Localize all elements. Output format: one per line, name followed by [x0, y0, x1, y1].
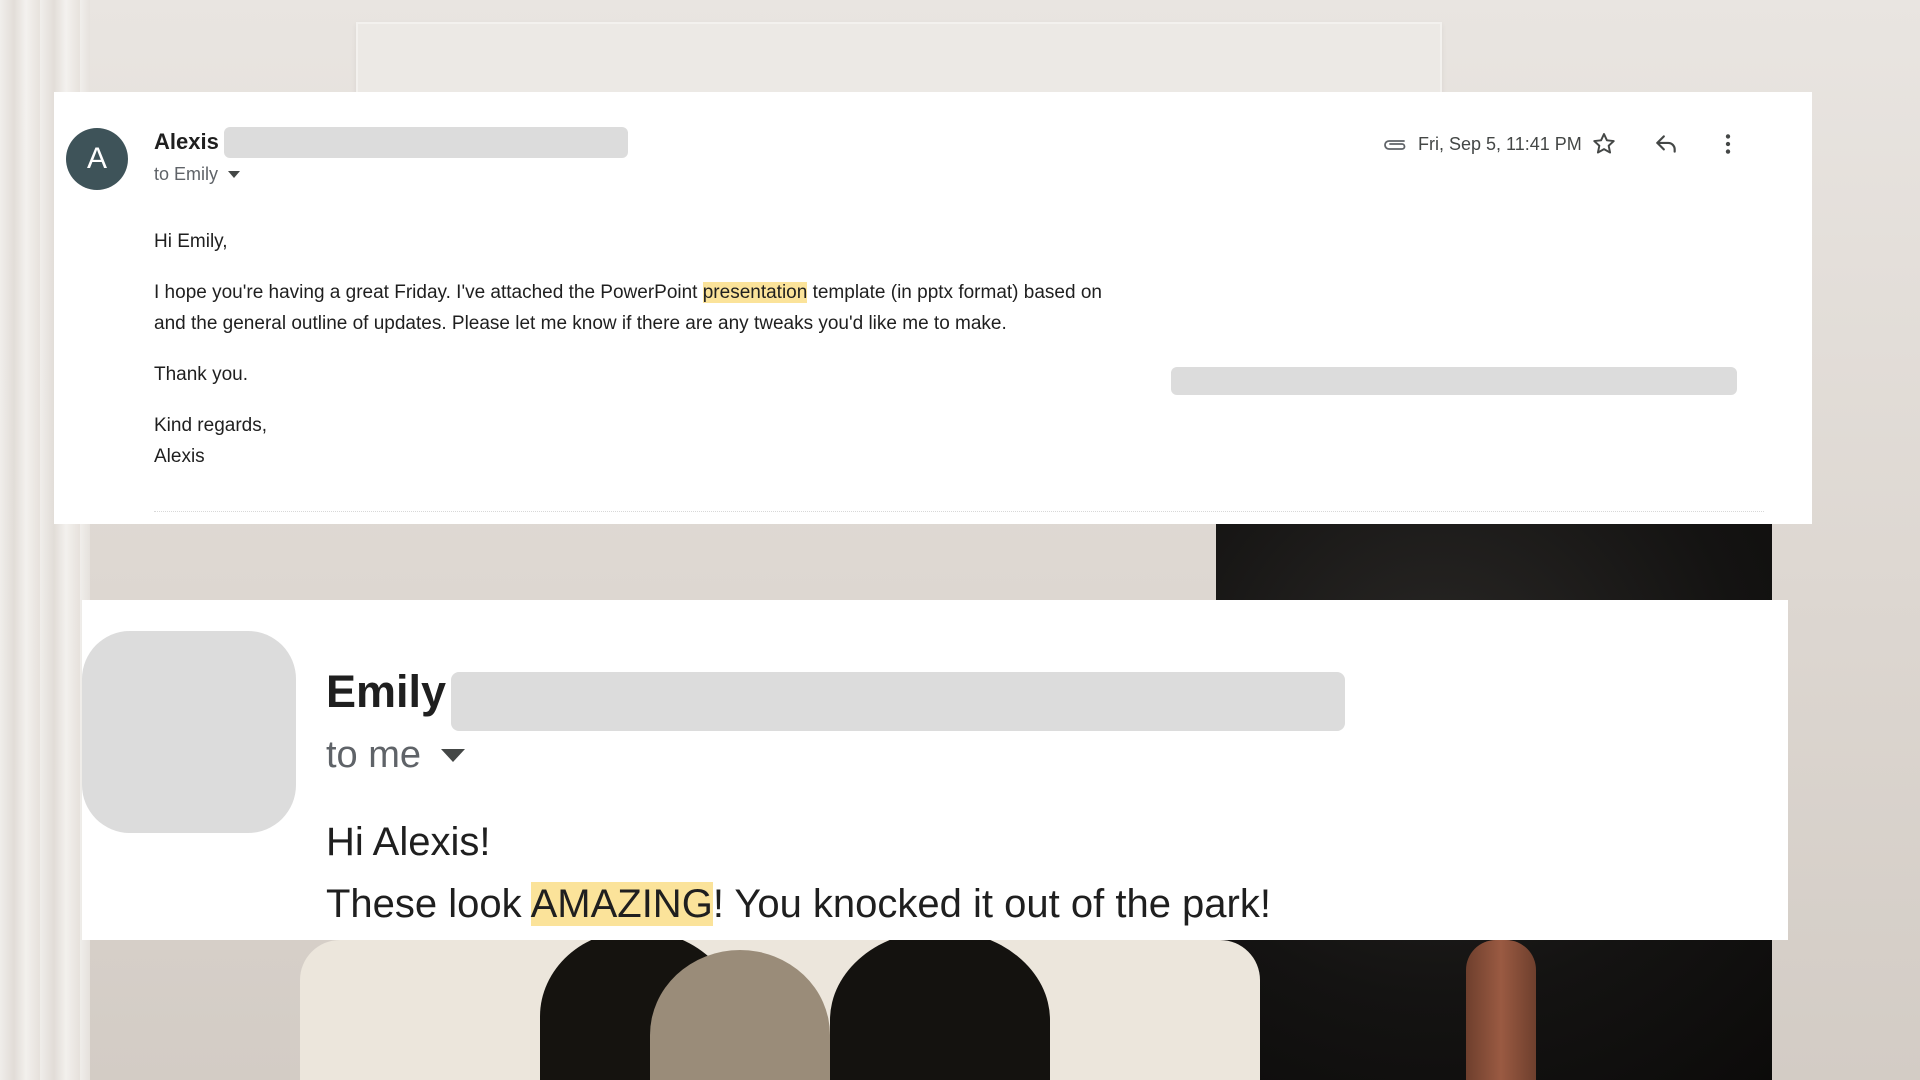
body-greeting: Hi Alexis! — [326, 820, 491, 864]
redacted-avatar — [82, 631, 296, 833]
recipient-details-toggle[interactable]: to Emily — [154, 164, 241, 185]
more-options-button[interactable] — [1710, 126, 1746, 162]
body-text: ! You knocked it out of the park! — [712, 882, 1271, 926]
email-message-alexis: A Alexis to Emily Fri, Sep 5, 11:41 PM H… — [54, 92, 1812, 524]
chevron-down-icon[interactable] — [441, 749, 466, 762]
body-message: These look AMAZING! You knocked it out o… — [326, 882, 1271, 927]
wall-frame — [356, 22, 1442, 102]
body-line-1: I hope you're having a great Friday. I'v… — [154, 277, 1102, 308]
redacted-sender-email — [451, 672, 1345, 731]
body-thanks: Thank you. — [154, 364, 248, 385]
chevron-down-icon[interactable] — [228, 171, 241, 178]
star-button[interactable] — [1586, 126, 1622, 162]
sender-name[interactable]: Alexis — [154, 129, 219, 155]
redacted-sender-email — [224, 127, 628, 158]
message-date: Fri, Sep 5, 11:41 PM — [1418, 133, 1582, 154]
body-text: These look — [326, 882, 531, 926]
recipient-label: to Emily — [154, 164, 219, 184]
message-meta: Fri, Sep 5, 11:41 PM — [1380, 128, 1582, 160]
recipient-details-toggle[interactable]: to me — [326, 734, 466, 777]
body-greeting: Hi Emily, — [154, 231, 228, 252]
more-vertical-icon — [1725, 134, 1731, 154]
body-closing: Kind regards, — [154, 415, 268, 436]
vase — [1466, 940, 1536, 1080]
star-icon — [1593, 133, 1615, 154]
body-line-2: and the general outline of updates. Plea… — [154, 313, 1007, 334]
paperclip-icon — [1384, 140, 1406, 150]
sender-avatar[interactable]: A — [66, 128, 128, 190]
body-signature: Alexis — [154, 446, 205, 467]
search-highlight: presentation — [702, 282, 808, 303]
search-highlight: AMAZING — [530, 882, 713, 926]
reply-icon — [1656, 135, 1676, 153]
body-text: template (in pptx format) based on — [807, 282, 1102, 303]
recipient-label: to me — [326, 734, 422, 776]
email-message-emily: Emily to me Hi Alexis! These look AMAZIN… — [82, 600, 1788, 940]
redacted-body-text — [1171, 367, 1737, 395]
body-text: I hope you're having a great Friday. I'v… — [154, 282, 703, 303]
reply-button[interactable] — [1648, 126, 1684, 162]
sender-name[interactable]: Emily — [326, 666, 446, 718]
message-divider — [154, 511, 1764, 512]
